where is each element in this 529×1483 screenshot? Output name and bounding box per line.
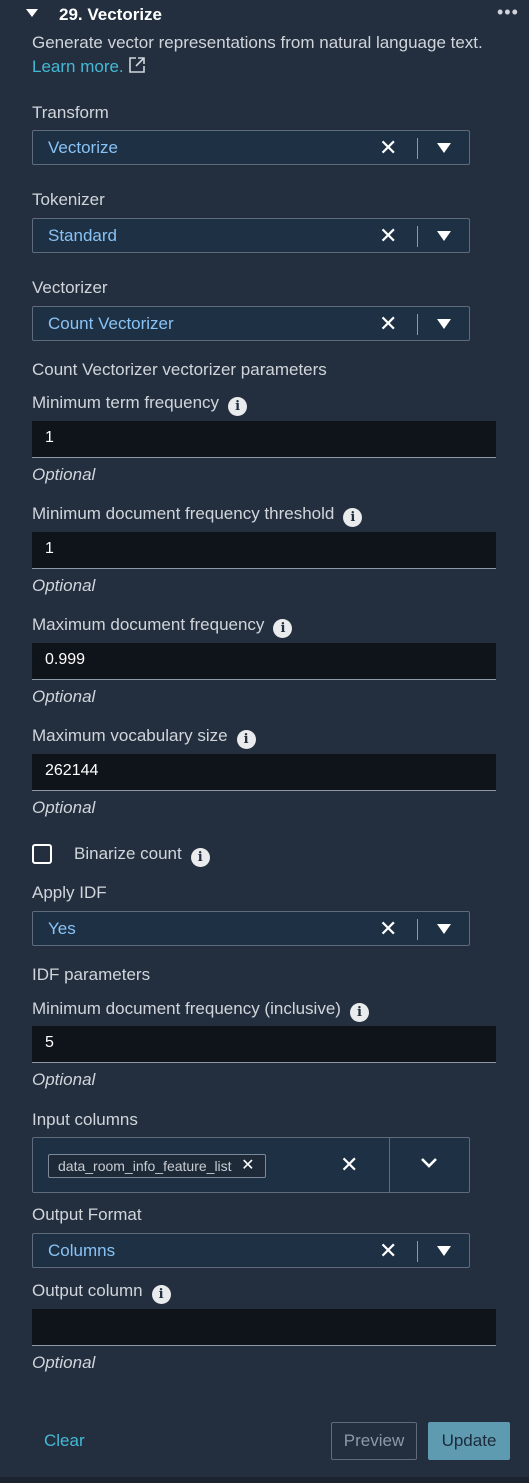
clear-button[interactable]: Clear [32,1422,96,1460]
vectorizer-label: Vectorizer [32,278,108,297]
preview-button[interactable]: Preview [331,1422,417,1460]
caret-down-icon[interactable] [437,231,451,241]
output-format-value: Columns [48,1241,116,1260]
output-format-label: Output Format [32,1205,142,1224]
transform-select[interactable]: Vectorize ✕ [32,130,470,165]
caret-down-icon[interactable] [437,143,451,153]
divider [417,1241,418,1262]
binarize-count-label: Binarize count i [74,844,210,867]
tokenizer-label: Tokenizer [32,190,105,209]
clear-icon[interactable]: ✕ [340,1152,358,1178]
info-icon[interactable]: i [228,397,248,416]
learn-more-link[interactable]: Learn more. [32,57,124,76]
input-columns-label: Input columns [32,1110,138,1129]
max-vocab-size-value: 262144 [45,762,99,779]
idf-min-doc-frequency-input[interactable]: 5 [32,1026,496,1063]
clear-icon[interactable]: ✕ [379,916,397,942]
idf-min-doc-frequency-label: Minimum document frequency (inclusive) i [32,999,369,1022]
caret-down-icon[interactable] [437,924,451,934]
column-token-label: data_room_info_feature_list [58,1158,232,1174]
chevron-down-icon[interactable] [420,1156,438,1170]
min-doc-frequency-value: 1 [45,540,54,557]
ellipsis-icon[interactable]: ••• [497,2,519,23]
min-term-frequency-value: 1 [45,429,54,446]
idf-params-heading: IDF parameters [32,965,151,984]
optional-hint: Optional [32,1070,96,1089]
apply-idf-select[interactable]: Yes ✕ [32,911,470,946]
column-token: data_room_info_feature_list ✕ [48,1154,266,1178]
optional-hint: Optional [32,465,96,484]
collapse-caret-icon[interactable] [26,9,38,17]
caret-down-icon[interactable] [437,1246,451,1256]
min-term-frequency-input[interactable]: 1 [32,421,496,458]
max-doc-frequency-value: 0.999 [45,651,86,668]
apply-idf-value: Yes [48,919,76,938]
vectorizer-params-heading: Count Vectorizer vectorizer parameters [32,360,327,379]
panel-bottom-border [0,1477,529,1483]
binarize-count-checkbox[interactable] [32,844,52,864]
divider [417,138,418,159]
divider [389,1138,390,1192]
info-icon[interactable]: i [273,619,293,638]
caret-down-icon[interactable] [437,319,451,329]
clear-icon[interactable]: ✕ [379,135,397,161]
info-icon[interactable]: i [190,848,210,867]
clear-icon[interactable]: ✕ [379,223,397,249]
optional-hint: Optional [32,576,96,595]
tokenizer-value: Standard [48,226,117,245]
output-column-label-text: Output column [32,1281,143,1300]
info-icon[interactable]: i [349,1003,369,1022]
external-link-icon[interactable] [128,56,146,74]
max-vocab-size-input[interactable]: 262144 [32,754,496,791]
min-term-frequency-label: Minimum term frequency i [32,393,248,416]
apply-idf-label: Apply IDF [32,883,107,902]
optional-hint: Optional [32,1353,96,1372]
output-format-select[interactable]: Columns ✕ [32,1233,470,1268]
idf-min-doc-frequency-value: 5 [45,1034,54,1051]
max-vocab-size-label: Maximum vocabulary size i [32,726,256,749]
binarize-count-label-text[interactable]: Binarize count [74,844,182,863]
vectorizer-select[interactable]: Count Vectorizer ✕ [32,306,470,341]
update-button[interactable]: Update [428,1422,510,1460]
clear-icon[interactable]: ✕ [379,1238,397,1264]
output-column-label: Output column i [32,1281,171,1304]
tokenizer-select[interactable]: Standard ✕ [32,218,470,253]
transform-label: Transform [32,103,109,122]
divider [417,226,418,247]
min-term-frequency-label-text: Minimum term frequency [32,393,220,412]
divider [417,919,418,940]
description-text: Generate vector representations from nat… [32,33,483,52]
panel-title: 29. Vectorize [59,5,163,24]
max-doc-frequency-label: Maximum document frequency i [32,615,293,638]
panel-description: Generate vector representations from nat… [32,31,502,79]
min-doc-frequency-label-text: Minimum document frequency threshold [32,504,335,523]
min-doc-frequency-label: Minimum document frequency threshold i [32,504,363,527]
input-columns-multiselect[interactable]: data_room_info_feature_list ✕ ✕ [32,1137,470,1193]
max-vocab-size-label-text: Maximum vocabulary size [32,726,228,745]
optional-hint: Optional [32,798,96,817]
vectorizer-value: Count Vectorizer [48,314,174,333]
divider [417,314,418,335]
transform-value: Vectorize [48,138,118,157]
info-icon[interactable]: i [151,1285,171,1304]
info-icon[interactable]: i [343,508,363,527]
max-doc-frequency-label-text: Maximum document frequency [32,615,265,634]
output-column-input[interactable] [32,1309,496,1346]
remove-token-icon[interactable]: ✕ [241,1155,254,1177]
idf-min-doc-frequency-label-text: Minimum document frequency (inclusive) [32,999,341,1018]
info-icon[interactable]: i [236,730,256,749]
clear-icon[interactable]: ✕ [379,311,397,337]
max-doc-frequency-input[interactable]: 0.999 [32,643,496,680]
optional-hint: Optional [32,687,96,706]
min-doc-frequency-input[interactable]: 1 [32,532,496,569]
